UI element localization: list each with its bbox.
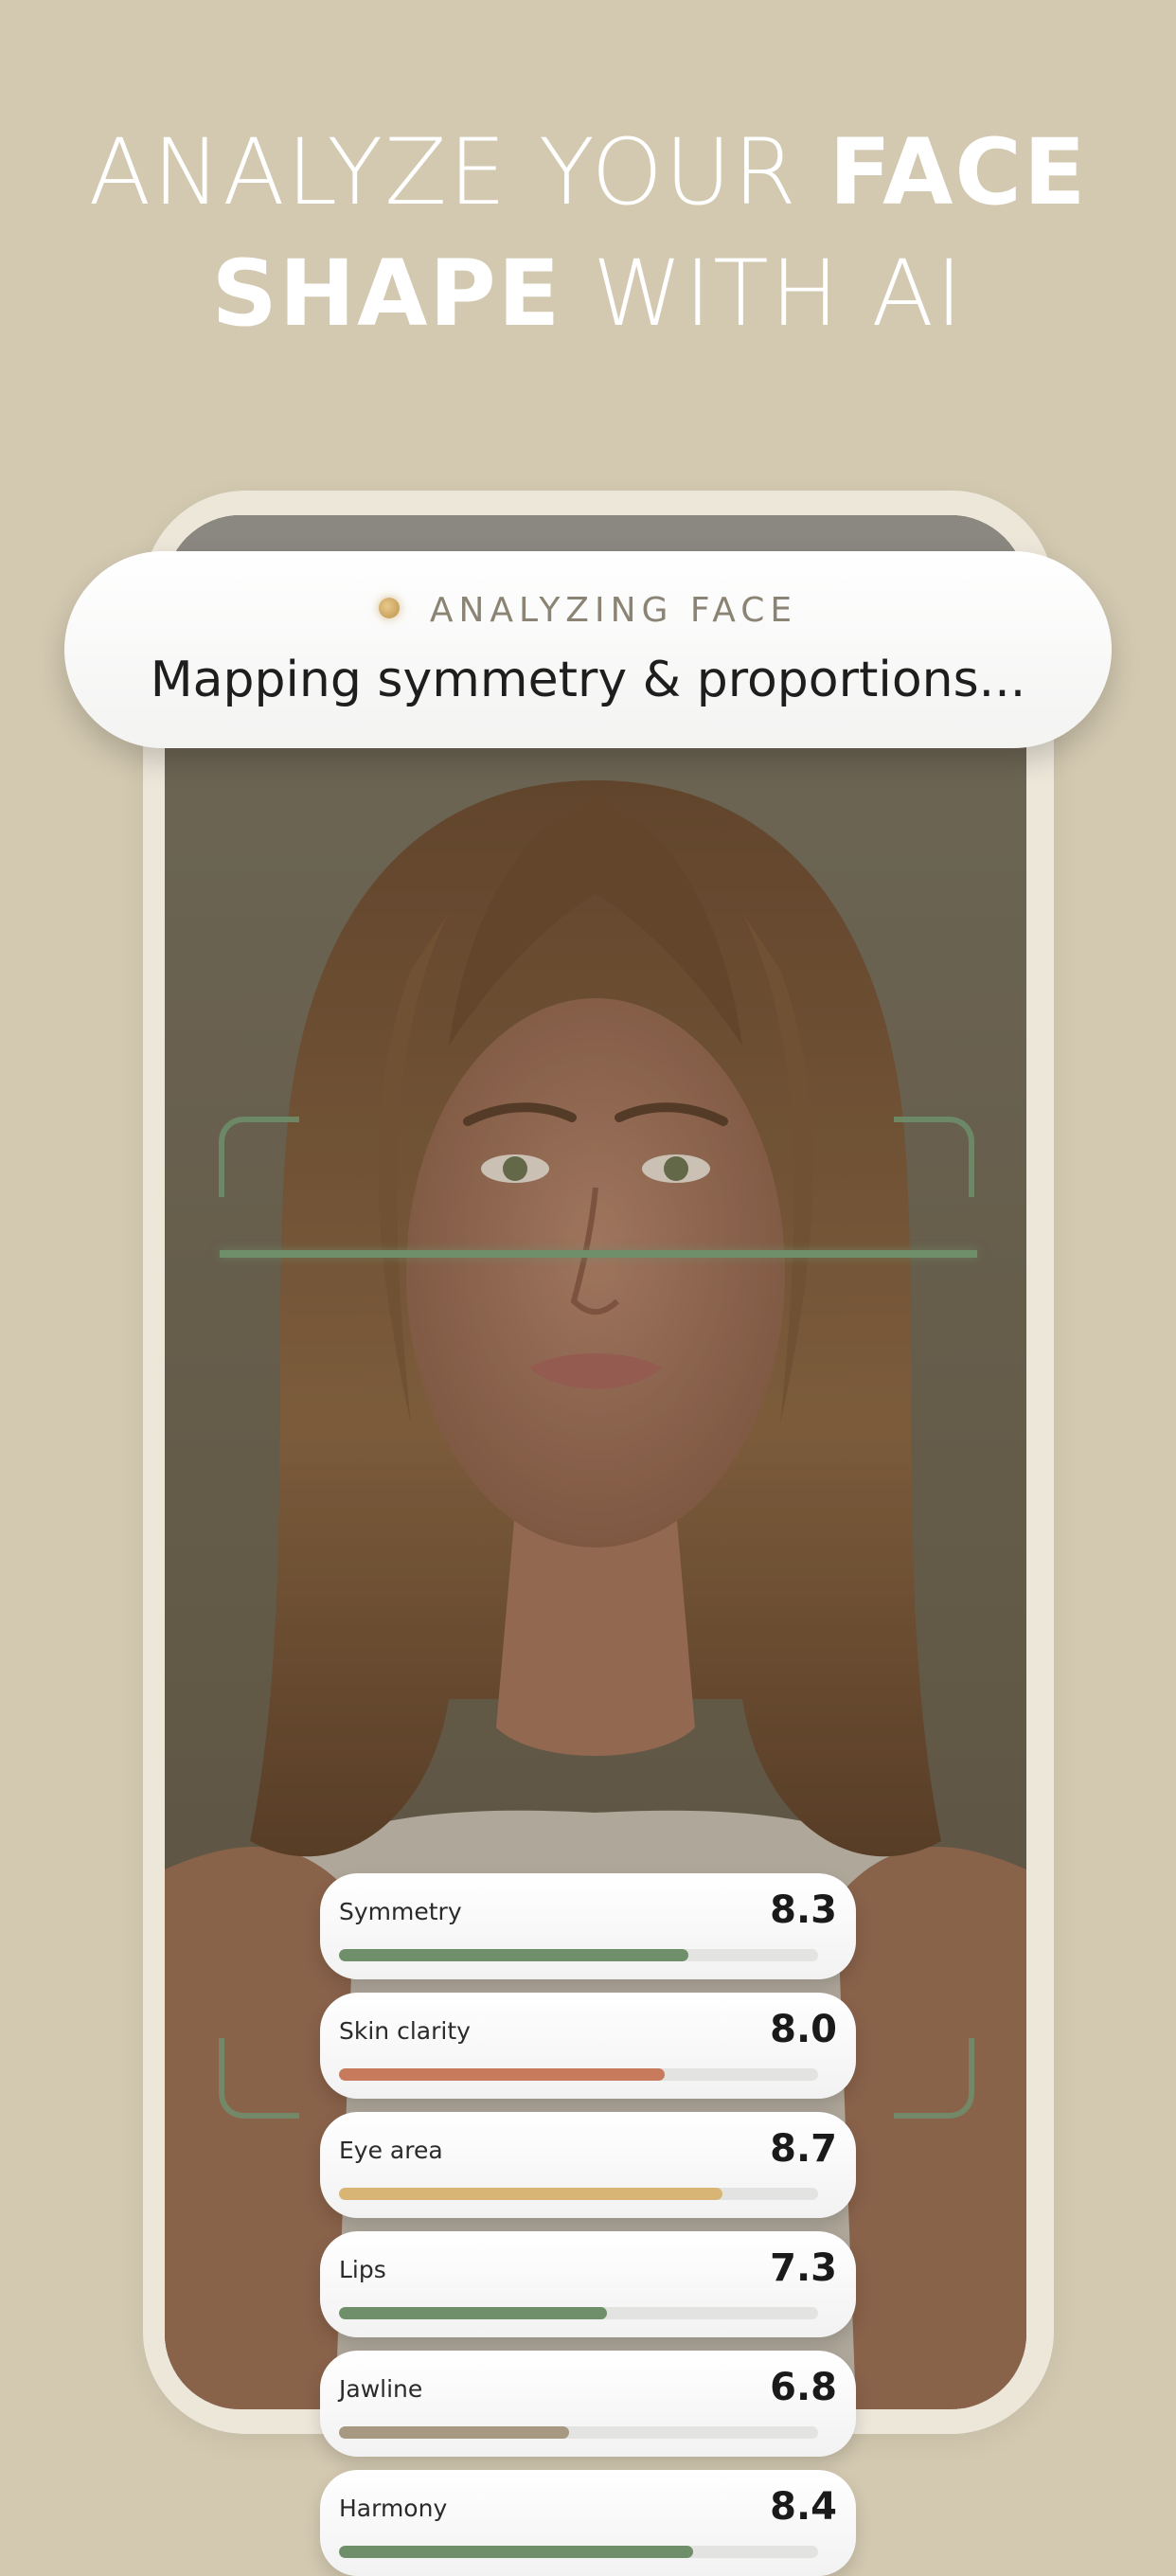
metric-card: Skin clarity 8.0 <box>320 1993 856 2099</box>
metric-label: Harmony <box>339 2495 448 2522</box>
metric-label: Symmetry <box>339 1898 462 1925</box>
headline-light-1: ANALYZE YOUR <box>88 119 829 225</box>
metric-label: Lips <box>339 2256 386 2283</box>
metric-card: Lips 7.3 <box>320 2231 856 2337</box>
headline: ANALYZE YOUR FACE SHAPE WITH AI <box>0 112 1176 354</box>
scan-corner-bottom-right-icon <box>894 2038 974 2119</box>
metric-progress-fill <box>339 2068 666 2081</box>
metric-value: 8.7 <box>770 2127 837 2171</box>
headline-bold-1: FACE <box>829 119 1088 225</box>
scan-corner-bottom-left-icon <box>219 2038 299 2119</box>
headline-light-2: WITH AI <box>561 241 965 347</box>
metric-value: 8.4 <box>770 2485 837 2529</box>
metric-progress-fill <box>339 2188 722 2200</box>
analysis-status-card: ANALYZING FACE Mapping symmetry & propor… <box>64 551 1112 748</box>
scan-corner-top-left-icon <box>219 1117 299 1197</box>
metric-progress-track <box>339 2426 818 2439</box>
metric-card: Jawline 6.8 <box>320 2351 856 2457</box>
metric-progress-fill <box>339 2546 694 2558</box>
scan-corner-top-right-icon <box>894 1117 974 1197</box>
status-dot-icon <box>378 598 400 618</box>
metric-progress-track <box>339 1949 818 1961</box>
metric-value: 6.8 <box>770 2366 837 2409</box>
metric-progress-track <box>339 2307 818 2319</box>
metric-label: Eye area <box>339 2137 443 2164</box>
metric-progress-fill <box>339 2426 569 2439</box>
metric-progress-fill <box>339 2307 608 2319</box>
headline-line-2: SHAPE WITH AI <box>0 233 1176 354</box>
metric-value: 8.3 <box>770 1888 837 1932</box>
metric-progress-track <box>339 2546 818 2558</box>
metric-progress-track <box>339 2188 818 2200</box>
analysis-subtitle: Mapping symmetry & proportions... <box>150 652 1026 708</box>
metric-label: Jawline <box>339 2375 423 2403</box>
metric-progress-fill <box>339 1949 689 1961</box>
analysis-status-label: ANALYZING FACE <box>429 591 798 630</box>
metric-progress-track <box>339 2068 818 2081</box>
metric-card: Symmetry 8.3 <box>320 1873 856 1979</box>
metric-label: Skin clarity <box>339 2017 471 2045</box>
scan-line <box>220 1250 977 1258</box>
metric-card: Harmony 8.4 <box>320 2470 856 2576</box>
metric-value: 8.0 <box>770 2008 837 2051</box>
metric-value: 7.3 <box>770 2246 837 2290</box>
headline-line-1: ANALYZE YOUR FACE <box>0 112 1176 233</box>
headline-bold-2: SHAPE <box>211 241 562 347</box>
analysis-status: ANALYZING FACE <box>64 591 1112 630</box>
metric-card: Eye area 8.7 <box>320 2112 856 2218</box>
